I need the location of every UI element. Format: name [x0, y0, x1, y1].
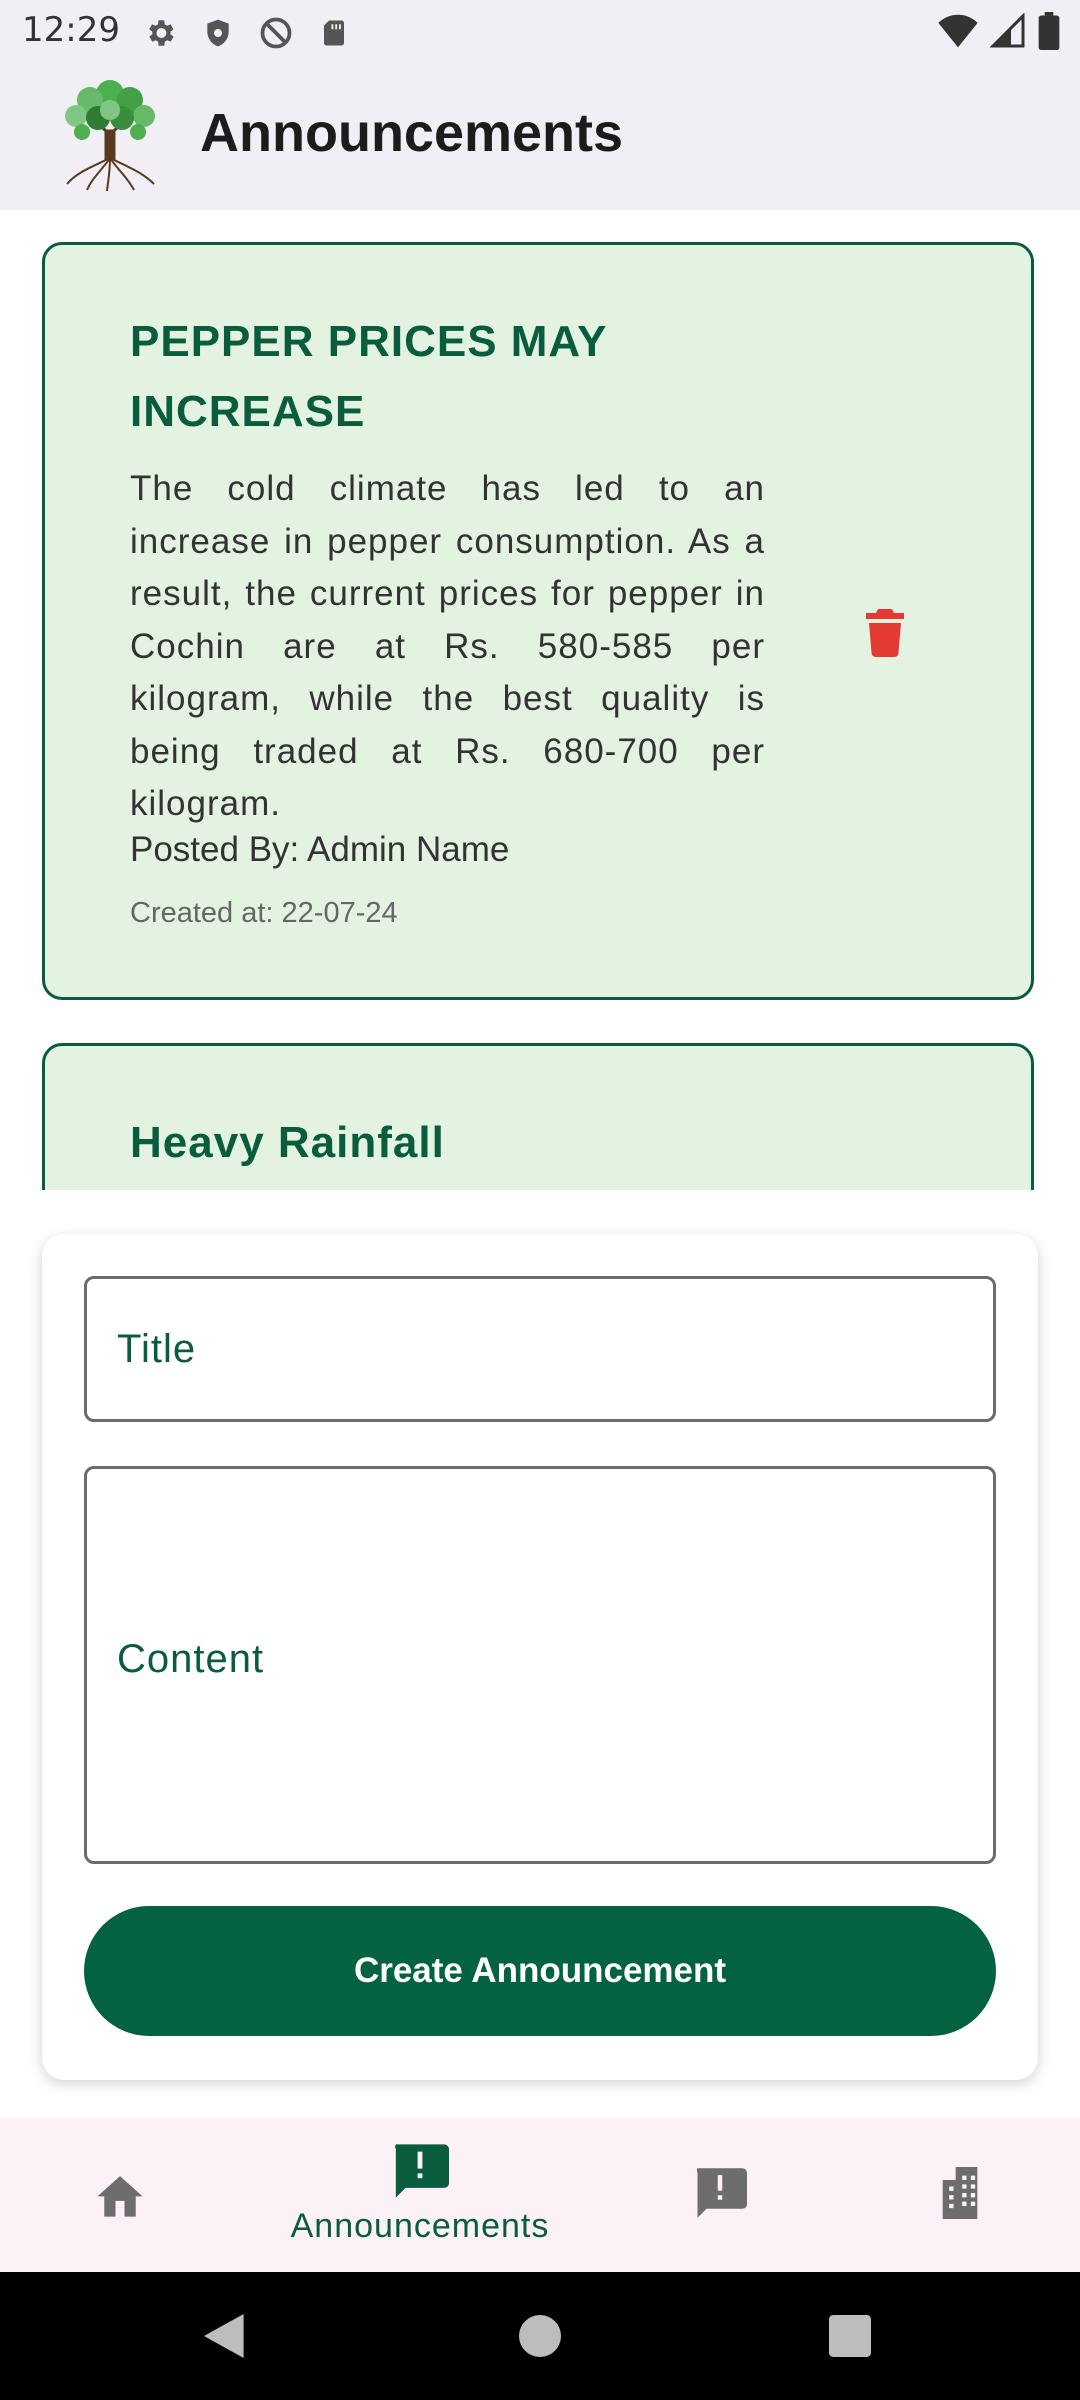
bottom-navigation: Announcements — [0, 2118, 1080, 2272]
nav-organization[interactable] — [900, 2118, 1020, 2272]
announcement-content: The cold climate has led to an increase … — [130, 469, 765, 823]
announcement-created-at: Created at: 22-07-24 — [130, 897, 398, 929]
status-bar: 12:29 — [0, 0, 1080, 62]
title-input[interactable] — [87, 1279, 993, 1419]
recents-icon[interactable] — [800, 2272, 900, 2400]
content-field[interactable] — [84, 1466, 996, 1864]
content-input[interactable] — [87, 1469, 993, 1861]
nav-announcements[interactable]: Announcements — [260, 2118, 580, 2272]
announcement-card[interactable]: Heavy Rainfall — [42, 1043, 1034, 1190]
back-icon[interactable] — [176, 2272, 276, 2400]
nav-reports[interactable] — [660, 2118, 780, 2272]
tree-logo — [52, 72, 168, 192]
nav-home[interactable] — [60, 2118, 180, 2272]
system-navigation-bar — [0, 2272, 1080, 2400]
status-icons-right — [938, 12, 1060, 55]
announcement-posted-by: Posted By: Admin Name — [130, 830, 510, 869]
battery-icon — [1038, 12, 1060, 55]
delete-button[interactable] — [845, 595, 925, 675]
status-icons-left — [140, 14, 354, 52]
nav-label-announcements: Announcements — [290, 2207, 550, 2245]
title-field[interactable] — [84, 1276, 996, 1422]
status-time: 12:29 — [22, 10, 120, 50]
sd-card-icon — [314, 14, 354, 52]
report-icon — [693, 2167, 747, 2224]
trash-icon — [866, 608, 904, 662]
announcement-list[interactable]: PEPPER PRICES MAY INCREASE The cold clim… — [0, 210, 1080, 1190]
announcement-icon — [391, 2144, 449, 2203]
gear-icon — [140, 14, 180, 52]
organization-icon — [934, 2166, 986, 2224]
create-announcement-button[interactable]: Create Announcement — [84, 1906, 996, 2036]
create-announcement-form: Create Announcement — [42, 1234, 1038, 2080]
shield-icon — [198, 14, 238, 52]
page-title: Announcements — [200, 103, 624, 163]
home-icon — [93, 2169, 147, 2222]
app-bar: Announcements — [0, 62, 1080, 210]
signal-icon — [989, 12, 1026, 54]
announcement-card[interactable]: PEPPER PRICES MAY INCREASE The cold clim… — [42, 242, 1034, 1000]
no-disturb-icon — [256, 14, 296, 52]
wifi-icon — [938, 13, 978, 54]
home-circle-icon[interactable] — [490, 2272, 590, 2400]
announcement-title: Heavy Rainfall — [130, 1118, 445, 1167]
announcement-title: PEPPER PRICES MAY INCREASE — [130, 317, 607, 436]
